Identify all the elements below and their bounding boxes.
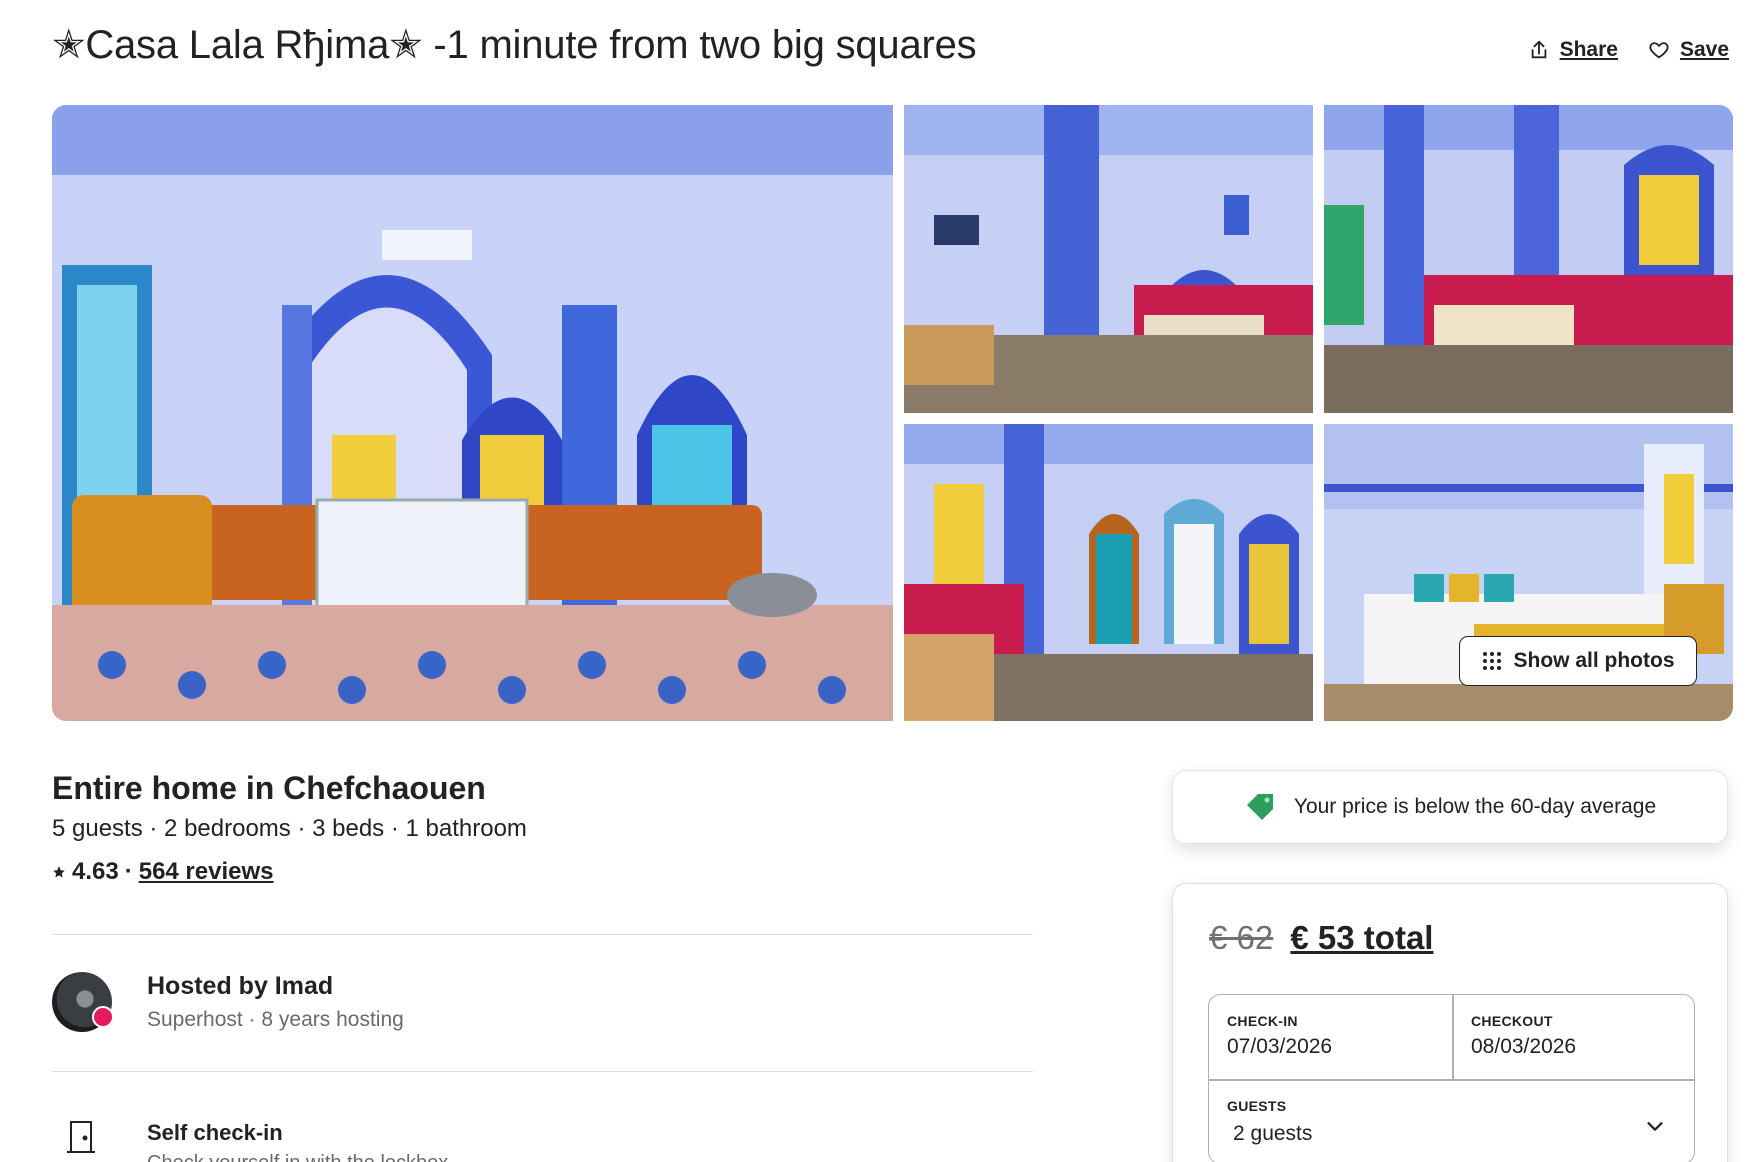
- rating-separator: ·: [124, 858, 133, 885]
- checkin-value: 07/03/2026: [1227, 1035, 1333, 1058]
- share-icon: [1531, 40, 1546, 59]
- listing-title: ✭Casa Lala Rђima✭ -1 minute from two big…: [52, 23, 977, 67]
- highlight-subtitle: Check yourself in with the lockbox.: [147, 1152, 454, 1162]
- price-note-card: Your price is below the 60-day average: [1172, 770, 1728, 844]
- price-note-text: Your price is below the 60-day average: [1293, 795, 1657, 818]
- door-icon: [67, 1121, 95, 1153]
- checkout-label: CHECKOUT: [1471, 1013, 1553, 1029]
- checkin-field[interactable]: CHECK-IN 07/03/2026: [1209, 995, 1452, 1079]
- share-button[interactable]: Share: [1528, 38, 1618, 62]
- checkout-field[interactable]: CHECKOUT 08/03/2026: [1453, 995, 1696, 1079]
- save-label: Save: [1679, 38, 1729, 61]
- price-line: € 62 € 53 total: [1209, 919, 1433, 957]
- show-all-photos-button[interactable]: Show all photos: [1459, 636, 1697, 686]
- photo-hallway[interactable]: [904, 424, 1313, 721]
- original-price: € 62: [1209, 919, 1274, 956]
- listing-page: ✭Casa Lala Rђima✭ -1 minute from two big…: [0, 0, 1747, 1162]
- hosted-by: Hosted by Imad: [147, 972, 334, 1000]
- top-actions: Share Save: [1528, 38, 1729, 62]
- guests-value: 2 guests: [1233, 1122, 1313, 1145]
- grid-dots-icon: [1482, 652, 1501, 670]
- show-all-photos-label: Show all photos: [1513, 649, 1675, 672]
- chevron-down-icon[interactable]: [1644, 1115, 1666, 1137]
- guests-label: GUESTS: [1227, 1098, 1287, 1114]
- save-button[interactable]: Save: [1648, 38, 1729, 62]
- heart-icon: [1649, 42, 1669, 59]
- rating-row: 4.63 · 564 reviews: [52, 858, 274, 886]
- host-meta: Superhost · 8 years hosting: [147, 1008, 404, 1031]
- price-tag-icon: [1246, 794, 1273, 820]
- booking-card: € 62 € 53 total CHECK-IN 07/03/2026 CHEC…: [1172, 883, 1728, 1162]
- dates-and-guests: CHECK-IN 07/03/2026 CHECKOUT 08/03/2026 …: [1208, 994, 1695, 1162]
- home-facts: 5 guests · 2 bedrooms · 3 beds · 1 bathr…: [52, 815, 527, 842]
- rating-value: 4.63: [72, 858, 119, 885]
- photo-lounge-view[interactable]: [904, 105, 1313, 413]
- highlight-title: Self check-in: [147, 1120, 283, 1145]
- photo-main-living-room[interactable]: [52, 105, 893, 721]
- guests-select[interactable]: GUESTS 2 guests: [1209, 1080, 1696, 1162]
- star-icon: [53, 866, 65, 878]
- reviews-link[interactable]: 564 reviews: [139, 858, 274, 886]
- checkin-label: CHECK-IN: [1227, 1013, 1298, 1029]
- home-type-heading: Entire home in Chefchaouen: [52, 770, 486, 806]
- share-label: Share: [1559, 38, 1618, 61]
- checkout-value: 08/03/2026: [1471, 1035, 1577, 1058]
- divider: [52, 934, 1033, 935]
- divider: [52, 1071, 1033, 1072]
- superhost-badge-icon: [92, 1006, 114, 1028]
- total-price[interactable]: € 53 total: [1290, 919, 1433, 956]
- photo-sitting-area[interactable]: [1324, 105, 1733, 413]
